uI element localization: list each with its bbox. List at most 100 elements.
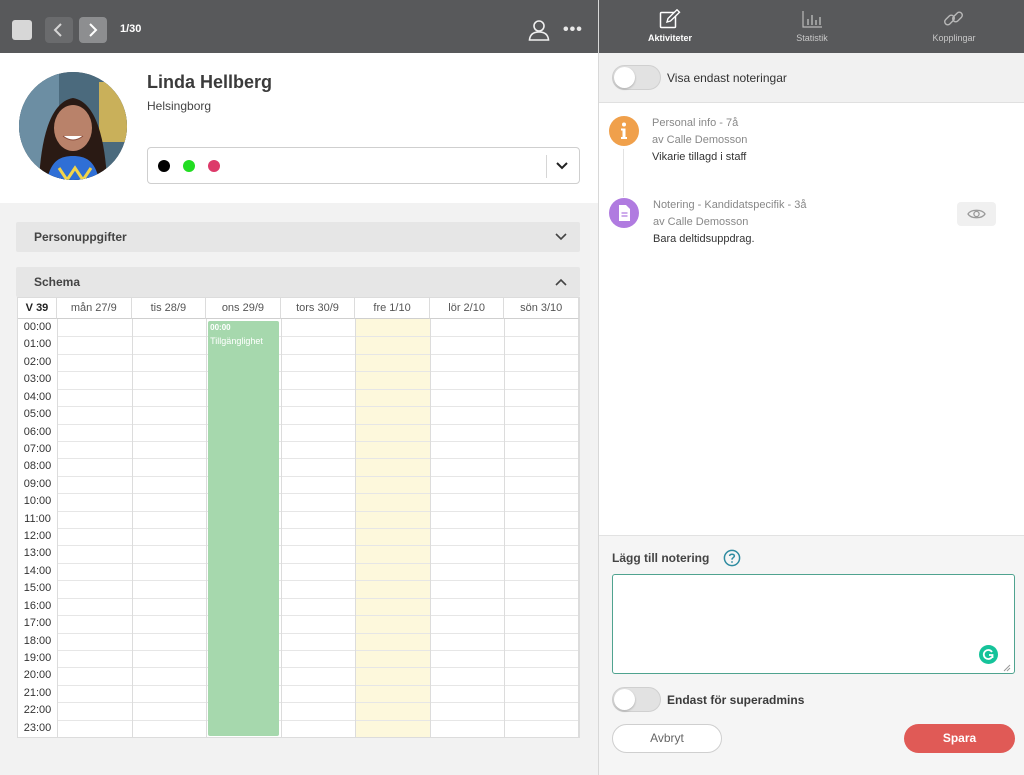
hour-label: 17:00 xyxy=(23,617,52,630)
hour-gridline xyxy=(57,528,579,529)
hour-label: 23:00 xyxy=(23,721,52,734)
tab-activities[interactable]: Aktiviteter xyxy=(599,0,741,53)
activity-panel: Aktiviteter Statistik Kopplingar Visa en… xyxy=(598,0,1024,775)
hour-label: 19:00 xyxy=(23,651,52,664)
chevron-right-icon xyxy=(89,23,98,37)
activity-item: Notering - Kandidatspecifik - 3å av Call… xyxy=(653,197,806,248)
day-gridline xyxy=(131,319,133,737)
tag-select[interactable] xyxy=(147,147,580,184)
hour-gridline xyxy=(57,545,579,547)
day-gridline xyxy=(355,319,357,737)
tab-statistics[interactable]: Statistik xyxy=(741,0,883,53)
hour-gridline xyxy=(57,702,579,704)
bar-chart-icon xyxy=(802,11,822,28)
candidate-toolbar: 1/30 ••• xyxy=(0,0,598,53)
hour-gridline xyxy=(57,684,579,686)
save-button[interactable]: Spara xyxy=(904,724,1015,753)
chevron-up-icon xyxy=(555,278,567,286)
hour-gridline xyxy=(57,423,579,425)
view-note-button[interactable] xyxy=(957,202,996,226)
availability-block[interactable]: 00:00 Tillgänglighet xyxy=(208,321,279,736)
resize-handle-icon[interactable] xyxy=(1003,664,1011,672)
hour-gridline xyxy=(57,406,579,408)
cancel-button[interactable]: Avbryt xyxy=(612,724,722,753)
activity-author: av Calle Demosson xyxy=(652,134,748,146)
hour-label: 09:00 xyxy=(23,477,52,490)
availability-start: 00:00 xyxy=(210,323,231,332)
hour-label: 06:00 xyxy=(23,425,52,438)
hour-gridline xyxy=(57,562,579,564)
superadmin-label: Endast för superadmins xyxy=(667,693,805,707)
hour-label: 05:00 xyxy=(23,408,52,421)
previous-button[interactable] xyxy=(45,17,73,43)
hour-label: 10:00 xyxy=(23,495,52,508)
tab-label: Aktiviteter xyxy=(647,33,692,43)
hour-gridline xyxy=(57,336,579,338)
personal-details-section[interactable]: Personuppgifter xyxy=(16,222,580,252)
hour-label: 15:00 xyxy=(23,582,52,595)
hour-gridline xyxy=(57,475,579,477)
superadmin-toggle[interactable] xyxy=(612,687,661,712)
hour-gridline xyxy=(57,580,579,582)
chevron-left-icon xyxy=(53,23,62,37)
select-checkbox[interactable] xyxy=(12,20,32,40)
hour-gridline xyxy=(57,458,579,460)
help-icon[interactable] xyxy=(723,549,741,567)
hour-label: 04:00 xyxy=(23,390,52,403)
tag-dot-pink xyxy=(208,160,220,172)
activity-author: av Calle Demosson xyxy=(653,216,749,228)
chevron-down-icon[interactable] xyxy=(555,159,569,173)
day-header: tors 30/9 xyxy=(280,298,356,319)
hour-gridline xyxy=(57,440,579,442)
next-button[interactable] xyxy=(79,17,107,43)
note-composer: Lägg till notering Endast för superadmin… xyxy=(599,535,1024,775)
notes-only-toggle[interactable] xyxy=(612,65,661,90)
notes-filter-bar: Visa endast noteringar xyxy=(599,53,1024,103)
hour-label: 18:00 xyxy=(23,634,52,647)
chevron-down-icon xyxy=(555,233,567,241)
hour-gridline xyxy=(57,649,579,651)
candidate-name: Linda Hellberg xyxy=(147,72,273,92)
hour-label: 02:00 xyxy=(23,355,52,368)
day-header: lör 2/10 xyxy=(429,298,505,319)
profile-header: Linda Hellberg Helsingborg xyxy=(0,53,598,203)
hour-label: 01:00 xyxy=(23,338,52,351)
day-gridline xyxy=(206,319,208,737)
grammarly-icon[interactable] xyxy=(979,645,998,664)
hour-gridline xyxy=(57,615,579,617)
day-gridline xyxy=(429,319,431,737)
tag-dot-green xyxy=(183,160,195,172)
day-header: ons 29/9 xyxy=(206,298,281,319)
hour-gridline xyxy=(57,597,579,599)
activity-body: Bara deltidsuppdrag. xyxy=(653,233,755,245)
day-header: fre 1/10 xyxy=(355,298,430,319)
hour-label: 21:00 xyxy=(23,686,52,699)
notes-only-label: Visa endast noteringar xyxy=(667,71,787,85)
schedule-section[interactable]: Schema xyxy=(16,267,580,297)
day-header: sön 3/10 xyxy=(504,298,579,319)
hour-label: 16:00 xyxy=(23,599,52,612)
info-icon xyxy=(609,116,639,146)
activity-item: Personal info - 7å av Calle Demosson Vik… xyxy=(652,115,747,166)
hour-label: 03:00 xyxy=(23,373,52,386)
schedule-grid: V 39 mån 27/9 tis 28/9 ons 29/9 tors 30/9 fre… xyxy=(17,297,580,738)
hour-gridline xyxy=(57,632,579,634)
hour-label: 00:00 xyxy=(23,321,52,333)
candidate-counter: 1/30 xyxy=(120,23,142,35)
user-icon[interactable] xyxy=(528,19,550,41)
week-number: V 39 xyxy=(18,298,57,319)
hour-label: 13:00 xyxy=(23,547,52,560)
edit-icon xyxy=(659,9,681,29)
document-icon xyxy=(609,198,639,228)
tab-label: Kopplingar xyxy=(932,33,976,43)
day-header: mån 27/9 xyxy=(57,298,132,319)
hour-label: 12:00 xyxy=(23,530,52,542)
section-title: Schema xyxy=(34,275,81,289)
day-gridline xyxy=(57,319,58,737)
note-textarea[interactable] xyxy=(612,574,1015,674)
day-gridline xyxy=(504,319,506,737)
hour-label: 14:00 xyxy=(23,564,52,577)
hour-label: 20:00 xyxy=(23,669,52,682)
tab-links[interactable]: Kopplingar xyxy=(883,0,1024,53)
more-options-icon[interactable]: ••• xyxy=(563,21,583,39)
